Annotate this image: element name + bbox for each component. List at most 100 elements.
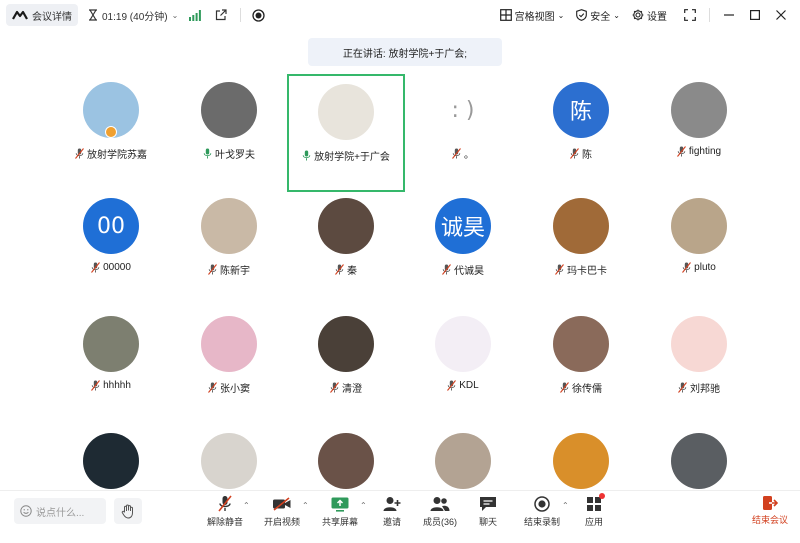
participant-name-row: fighting	[640, 146, 758, 157]
avatar: 诚昊	[435, 198, 491, 254]
participant-name: 刘邦驰	[690, 384, 720, 395]
chat-button[interactable]: 聊天	[460, 495, 516, 531]
participant-tile[interactable]: 清澄	[287, 308, 405, 426]
hourglass-icon	[89, 9, 97, 21]
share-screen-icon	[330, 495, 350, 513]
fullscreen-icon[interactable]	[679, 4, 701, 26]
participant-tile[interactable]: 叶戈罗夫	[170, 74, 288, 192]
participant-tile[interactable]: 玛卡巴卡	[522, 190, 640, 308]
divider	[709, 8, 710, 22]
mic-muted-icon	[682, 262, 692, 273]
layout-view-menu[interactable]: 宫格视图 ⌄	[499, 8, 564, 23]
mic-muted-icon	[560, 382, 569, 393]
apps-button[interactable]: 应用	[566, 493, 622, 531]
chat-input[interactable]: 说点什么...	[14, 498, 106, 524]
unmute-label: 解除静音	[206, 517, 243, 527]
participant-name: 放射学院苏嘉	[87, 150, 147, 161]
raise-hand-button[interactable]	[114, 498, 142, 524]
mic-muted-icon	[330, 382, 339, 393]
participant-tile[interactable]: KDL	[404, 308, 522, 426]
minimize-icon[interactable]	[718, 4, 740, 26]
share-screen-label: 共享屏幕	[321, 517, 358, 527]
participant-tile[interactable]: 刘邦驰	[640, 308, 758, 426]
participant-name-row: 放射学院苏嘉	[52, 146, 170, 161]
record-stop-icon	[532, 495, 552, 513]
mic-muted-icon	[91, 380, 101, 391]
chevron-up-icon[interactable]: ⌃	[243, 501, 250, 510]
participant-tile[interactable]: 放射学院苏嘉	[52, 74, 170, 192]
end-meeting-label: 结束会议	[751, 515, 788, 525]
participant-name-row: 张小窦	[170, 380, 288, 395]
participant-tile[interactable]: 00 00000	[52, 190, 170, 308]
participant-tile[interactable]: 陈新宇	[170, 190, 288, 308]
avatar: : )	[435, 82, 491, 138]
participant-name: 秦	[347, 266, 357, 277]
signal-strength-icon[interactable]	[186, 6, 204, 24]
chevron-up-icon[interactable]: ⌃	[302, 501, 309, 510]
participant-name: 放射学院+于广会	[314, 152, 390, 163]
divider	[240, 8, 242, 22]
avatar	[83, 433, 139, 489]
participant-tile[interactable]: fighting	[640, 74, 758, 192]
participant-name-row: 陈新宇	[170, 262, 288, 277]
participant-tile[interactable]: pluto	[640, 190, 758, 308]
host-badge-icon	[105, 126, 117, 138]
avatar: 陈	[553, 82, 609, 138]
participant-name-row: 刘邦驰	[640, 380, 758, 395]
participant-tile[interactable]: 陈陈	[522, 74, 640, 192]
share-link-icon[interactable]	[212, 6, 230, 24]
close-icon[interactable]	[770, 4, 792, 26]
tencent-meeting-logo-icon	[12, 10, 28, 20]
participant-name: 代诚昊	[454, 266, 484, 277]
invite-label: 邀请	[382, 517, 401, 527]
participant-tile[interactable]: 徐传儒	[522, 308, 640, 426]
participant-name-row: 清澄	[287, 380, 405, 395]
mic-muted-icon	[678, 382, 687, 393]
emoji-icon[interactable]	[20, 505, 32, 517]
avatar-text: 诚昊	[440, 216, 485, 241]
add-user-icon	[382, 495, 402, 513]
participant-tile[interactable]: : ) 。	[404, 74, 522, 192]
participant-tile[interactable]: 张小窦	[170, 308, 288, 426]
meeting-details-button[interactable]: 会议详情	[6, 4, 78, 26]
meeting-details-label: 会议详情	[32, 11, 72, 23]
mic-muted-icon	[208, 382, 217, 393]
avatar-text: 陈	[569, 100, 592, 125]
mic-muted-icon	[335, 264, 344, 275]
participant-name: hhhhh	[103, 380, 131, 391]
participant-name-row: 秦	[287, 262, 405, 277]
meeting-timer: 01:19 (40分钟) ⌄	[88, 8, 178, 23]
avatar-text: 00	[97, 213, 125, 239]
chat-placeholder: 说点什么...	[36, 507, 85, 519]
avatar	[201, 198, 257, 254]
participant-tile[interactable]: hhhhh	[52, 308, 170, 426]
settings-button[interactable]: 设置	[632, 8, 667, 23]
recording-icon[interactable]	[249, 6, 267, 24]
participant-name: 张小窦	[220, 384, 250, 395]
security-menu[interactable]: 安全 ⌄	[576, 8, 620, 23]
mic-on-icon	[203, 148, 212, 159]
camera-off-icon	[272, 495, 292, 513]
mic-on-icon	[302, 150, 311, 161]
avatar	[553, 433, 609, 489]
end-meeting-button[interactable]: 结束会议	[748, 495, 792, 531]
participant-tile[interactable]: 秦	[287, 190, 405, 308]
chevron-down-icon[interactable]: ⌄	[172, 11, 179, 20]
mic-muted-icon	[75, 148, 84, 159]
participant-name-row: 放射学院+于广会	[289, 148, 403, 163]
participant-name: fighting	[688, 146, 722, 157]
mic-muted-icon	[91, 262, 101, 273]
participant-name-row: 00000	[52, 262, 170, 273]
shield-icon	[576, 9, 588, 21]
start-video-label: 开启视频	[263, 517, 300, 527]
chevron-down-icon: ⌄	[613, 10, 620, 20]
participant-tile[interactable]: 放射学院+于广会	[287, 74, 405, 192]
participant-name-row: 。	[404, 146, 522, 161]
end-recording-label: 结束录制	[523, 517, 560, 527]
avatar	[553, 198, 609, 254]
gear-icon	[632, 9, 644, 21]
participant-name-row: hhhhh	[52, 380, 170, 391]
maximize-icon[interactable]	[744, 4, 766, 26]
participant-tile[interactable]: 诚昊代诚昊	[404, 190, 522, 308]
avatar	[318, 84, 374, 140]
